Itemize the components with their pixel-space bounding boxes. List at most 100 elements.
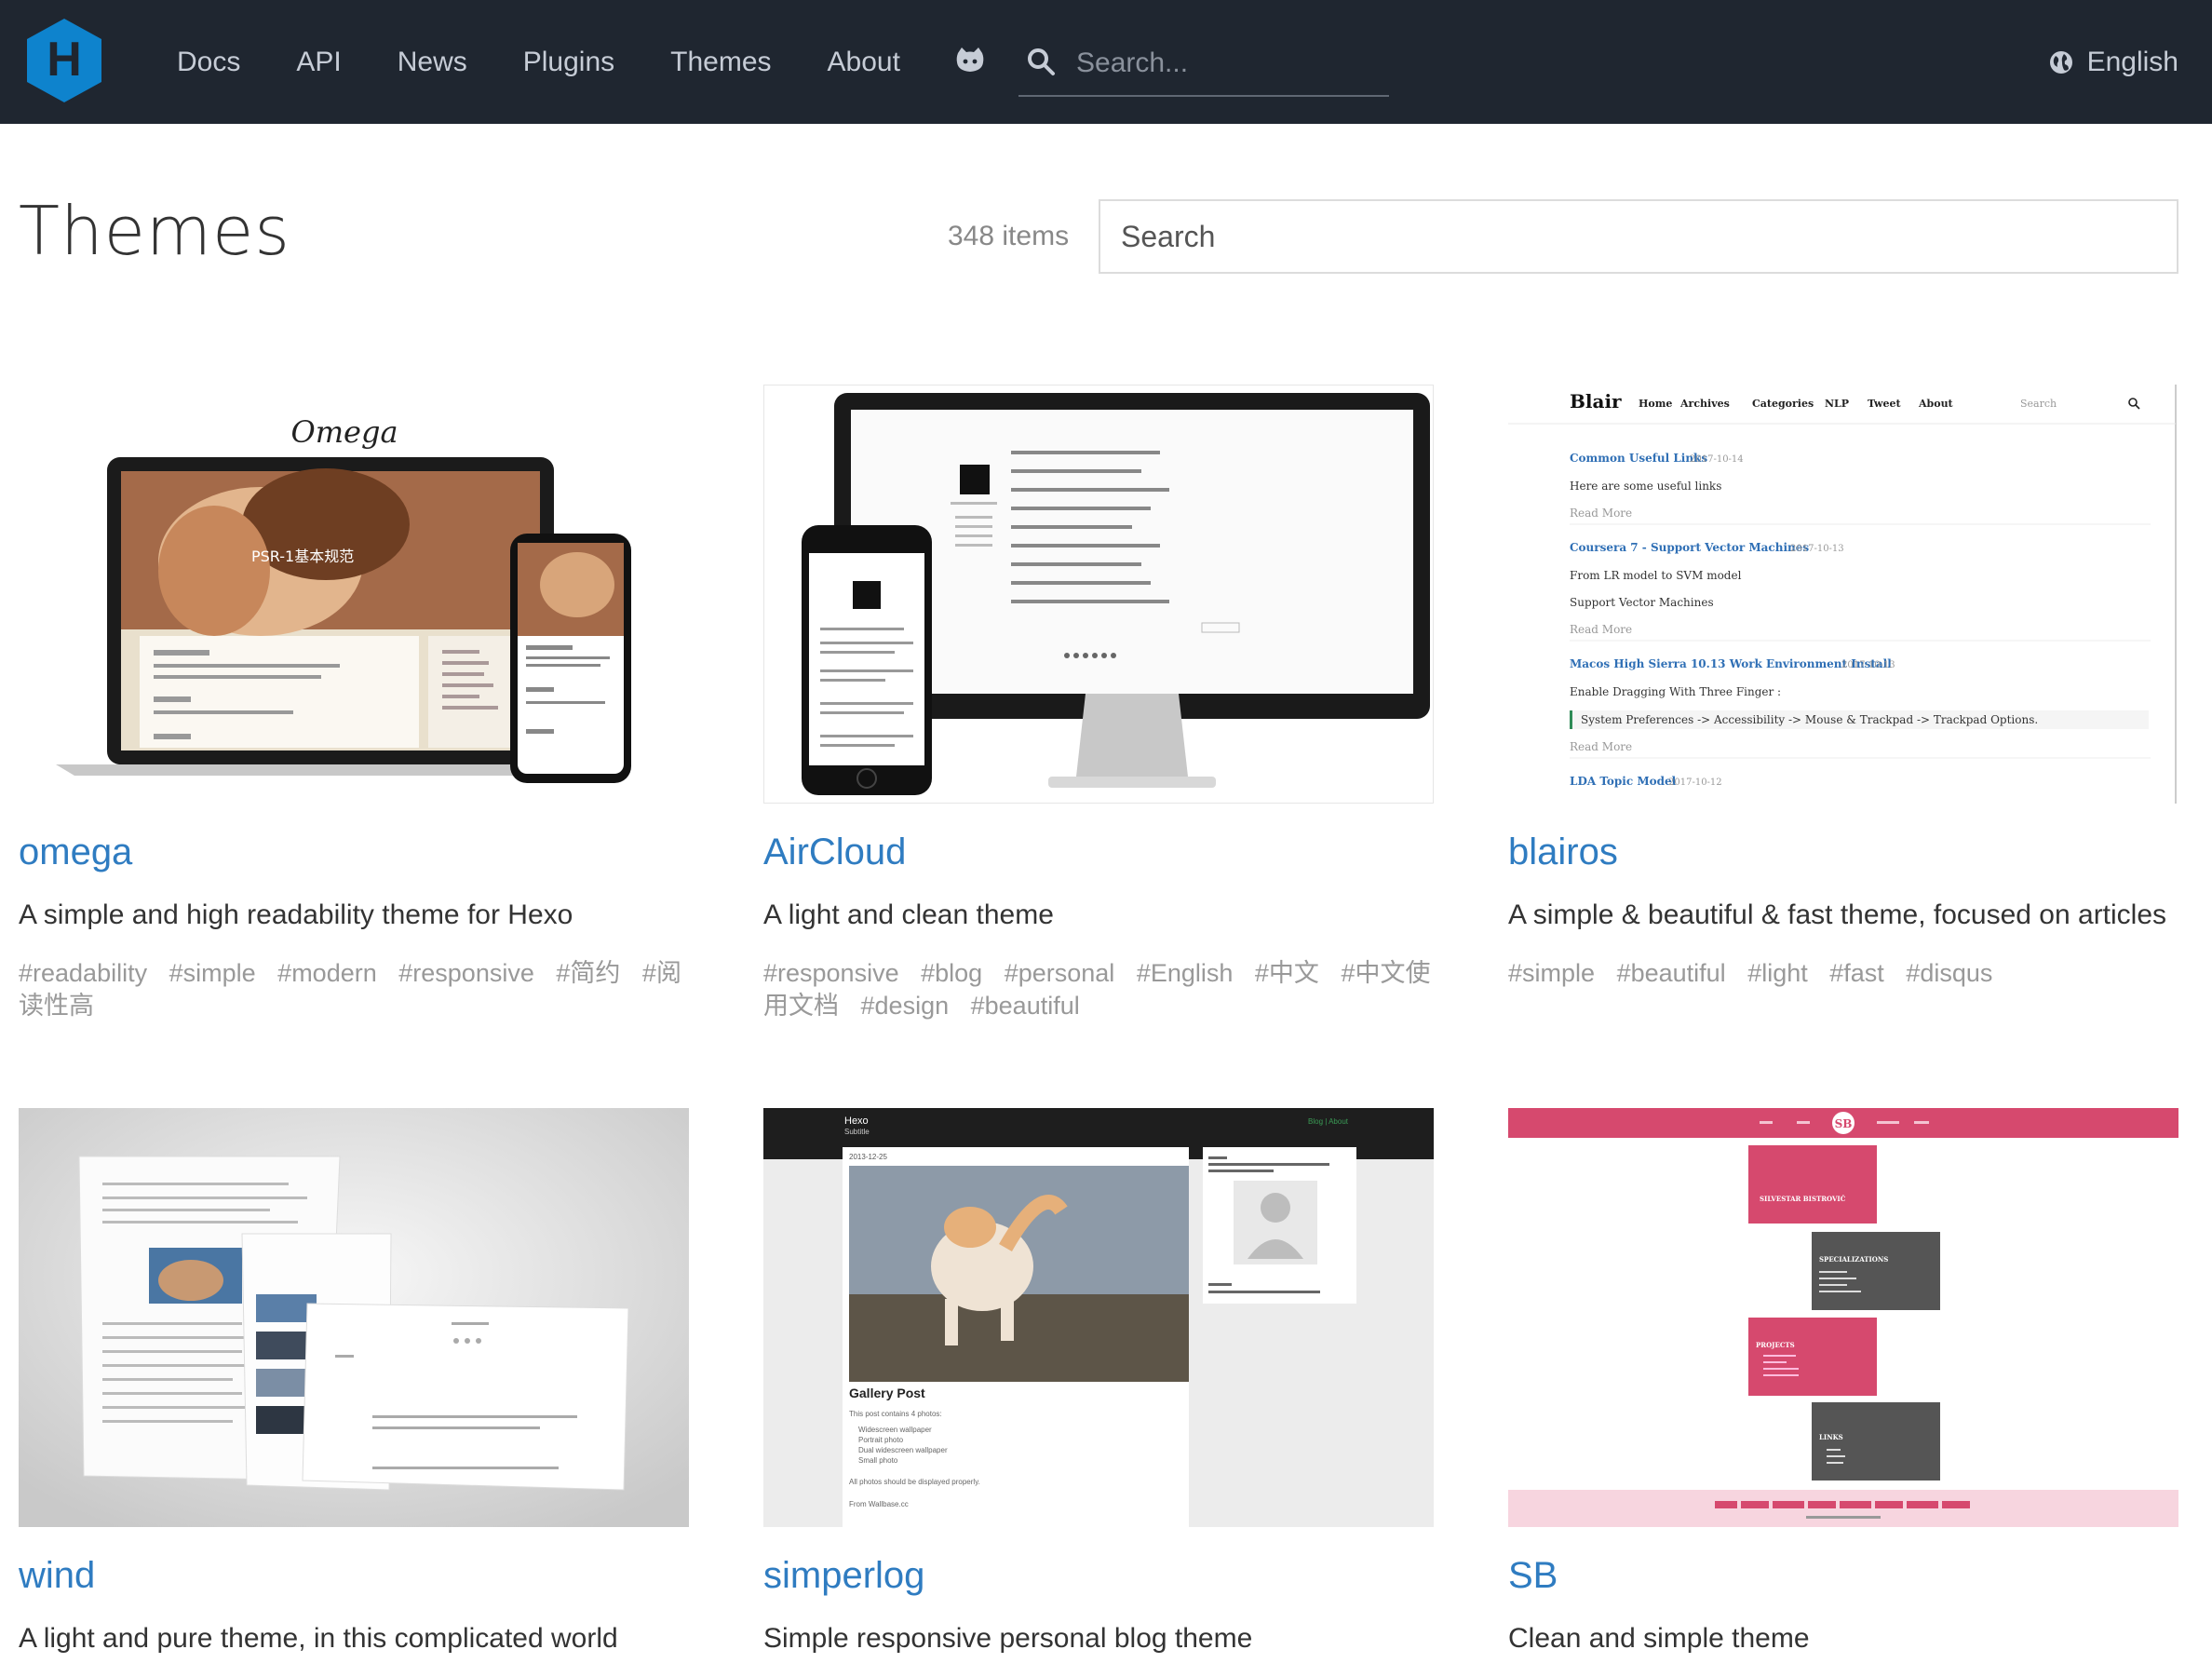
theme-name-aircloud[interactable]: AirCloud [763,832,1434,873]
theme-preview-blairos[interactable]: Blair Home Archives Categories NLP Tweet… [1508,385,2178,804]
tag[interactable]: #fast [1829,959,1884,987]
nav-about[interactable]: About [828,47,900,78]
svg-text:NLP: NLP [1825,398,1849,410]
svg-text:From LR model to SVM model: From LR model to SVM model [1570,569,1742,582]
svg-text:Support Vector Machines: Support Vector Machines [1570,596,1714,609]
svg-text:Widescreen wallpaper: Widescreen wallpaper [858,1426,932,1434]
tag[interactable]: #readability [19,959,147,987]
svg-text:Common Useful Links: Common Useful Links [1570,452,1707,465]
language-selector[interactable]: English [2048,0,2178,124]
sb-preview-image: SB SILVESTAR BISTROVIĆ SPECIALIZATIONS P… [1508,1108,2178,1527]
theme-description: A simple & beautiful & fast theme, focus… [1508,899,2167,930]
language-label: English [2086,46,2178,77]
wind-preview-image [19,1108,689,1527]
svg-text:This post contains 4 photos:: This post contains 4 photos: [849,1410,942,1418]
theme-name-omega[interactable]: omega [19,832,689,873]
theme-preview-sb[interactable]: SB SILVESTAR BISTROVIĆ SPECIALIZATIONS P… [1508,1108,2178,1527]
svg-text:Tweet: Tweet [1868,398,1901,410]
theme-search-input[interactable] [1099,199,2178,274]
omega-preview-image: Omega PSR-1基本规范 [19,385,689,804]
svg-text:2017-10-14: 2017-10-14 [1690,454,1744,465]
svg-text:Search: Search [2020,398,2057,410]
svg-text:From Wallbase.cc: From Wallbase.cc [849,1500,909,1508]
theme-description: Simple responsive personal blog theme [763,1623,1253,1654]
svg-text:System Preferences -> Accessib: System Preferences -> Accessibility -> M… [1581,713,2038,726]
svg-text:Read More: Read More [1570,623,1632,636]
svg-text:SB: SB [1835,1117,1853,1130]
theme-card-omega: Omega PSR-1基本规范 omega A simple and high … [19,385,689,1022]
tag[interactable]: #简约 [556,959,620,987]
svg-text:Blair: Blair [1570,390,1622,412]
tag[interactable]: #disqus [1906,959,1992,987]
svg-text:Read More: Read More [1570,740,1632,753]
theme-tags: #readability #simple #modern #responsive… [19,957,689,1022]
theme-card-sb: SB SILVESTAR BISTROVIĆ SPECIALIZATIONS P… [1508,1108,2178,1655]
theme-count: 348 items [948,221,1070,251]
nav-themes[interactable]: Themes [670,47,771,78]
theme-name-simperlog[interactable]: simperlog [763,1555,1434,1597]
svg-text:PROJECTS: PROJECTS [1756,1341,1795,1349]
theme-description: A light and clean theme [763,899,1054,930]
tag[interactable]: #responsive [763,959,899,987]
svg-text:Omega: Omega [290,414,398,450]
top-navbar: H Docs API News Plugins Themes About Eng… [0,0,2212,124]
svg-text:All photos should be displayed: All photos should be displayed properly. [849,1478,980,1486]
header-search[interactable] [1018,37,1389,97]
page-title: Themes [19,192,290,270]
theme-card-simperlog: Hexo Subtitle Blog | About 2013-12-25 Ga… [763,1108,1434,1655]
tag[interactable]: #responsive [398,959,534,987]
svg-text:Enable Dragging With Three Fin: Enable Dragging With Three Finger : [1570,685,1781,698]
nav-plugins[interactable]: Plugins [523,47,614,78]
svg-text:Read More: Read More [1570,507,1632,520]
tag[interactable]: #simple [1508,959,1595,987]
svg-text:Here are some useful links: Here are some useful links [1570,480,1721,493]
tag[interactable]: #English [1137,959,1234,987]
theme-preview-simperlog[interactable]: Hexo Subtitle Blog | About 2013-12-25 Ga… [763,1108,1434,1527]
github-icon[interactable] [953,45,987,78]
svg-text:2017-10-12: 2017-10-12 [1668,777,1722,788]
tag[interactable]: #light [1747,959,1808,987]
theme-description: A light and pure theme, in this complica… [19,1623,618,1654]
svg-text:Subtitle: Subtitle [844,1128,870,1136]
tag[interactable]: #blog [921,959,982,987]
svg-text:PSR-1基本规范: PSR-1基本规范 [251,548,354,565]
theme-description: Clean and simple theme [1508,1623,1810,1654]
nav-api[interactable]: API [296,47,341,78]
svg-text:Home: Home [1639,398,1672,410]
svg-text:Archives: Archives [1679,398,1730,410]
theme-preview-wind[interactable] [19,1108,689,1527]
tag[interactable]: #design [861,992,950,1020]
tag[interactable]: #中文 [1255,959,1319,987]
svg-text:Portrait photo: Portrait photo [858,1436,904,1444]
main-nav: Docs API News Plugins Themes About [177,0,956,124]
svg-text:Categories: Categories [1752,398,1814,410]
tag[interactable]: #simple [169,959,256,987]
aircloud-preview-image [764,385,1433,803]
nav-docs[interactable]: Docs [177,47,240,78]
tag[interactable]: #beautiful [971,992,1080,1020]
svg-text:Dual widescreen wallpaper: Dual widescreen wallpaper [858,1446,948,1454]
tag[interactable]: #personal [1005,959,1115,987]
svg-text:Coursera 7 - Support Vector Ma: Coursera 7 - Support Vector Machines [1570,541,1809,554]
theme-preview-omega[interactable]: Omega PSR-1基本规范 [19,385,689,804]
theme-name-wind[interactable]: wind [19,1555,689,1597]
svg-text:SPECIALIZATIONS: SPECIALIZATIONS [1819,1255,1888,1264]
theme-name-blairos[interactable]: blairos [1508,832,2178,873]
theme-card-aircloud: AirCloud A light and clean theme #respon… [763,385,1434,1022]
svg-text:2013-12-25: 2013-12-25 [849,1153,887,1161]
tag[interactable]: #modern [277,959,377,987]
theme-card-blairos: Blair Home Archives Categories NLP Tweet… [1508,385,2178,990]
theme-tags: #responsive #blog #personal #English #中文… [763,957,1434,1022]
simperlog-preview-image: Hexo Subtitle Blog | About 2013-12-25 Ga… [763,1108,1434,1527]
tag[interactable]: #beautiful [1617,959,1726,987]
theme-tags: #simple #beautiful #light #fast #disqus [1508,957,2178,990]
header-search-input[interactable] [1076,43,1374,84]
hexo-logo[interactable]: H [25,17,103,104]
svg-text:Hexo: Hexo [844,1115,869,1127]
svg-text:About: About [1918,398,1954,410]
theme-name-sb[interactable]: SB [1508,1555,2178,1597]
svg-text:LINKS: LINKS [1819,1433,1843,1441]
nav-news[interactable]: News [398,47,467,78]
theme-card-wind: wind A light and pure theme, in this com… [19,1108,689,1655]
theme-preview-aircloud[interactable] [763,385,1434,804]
